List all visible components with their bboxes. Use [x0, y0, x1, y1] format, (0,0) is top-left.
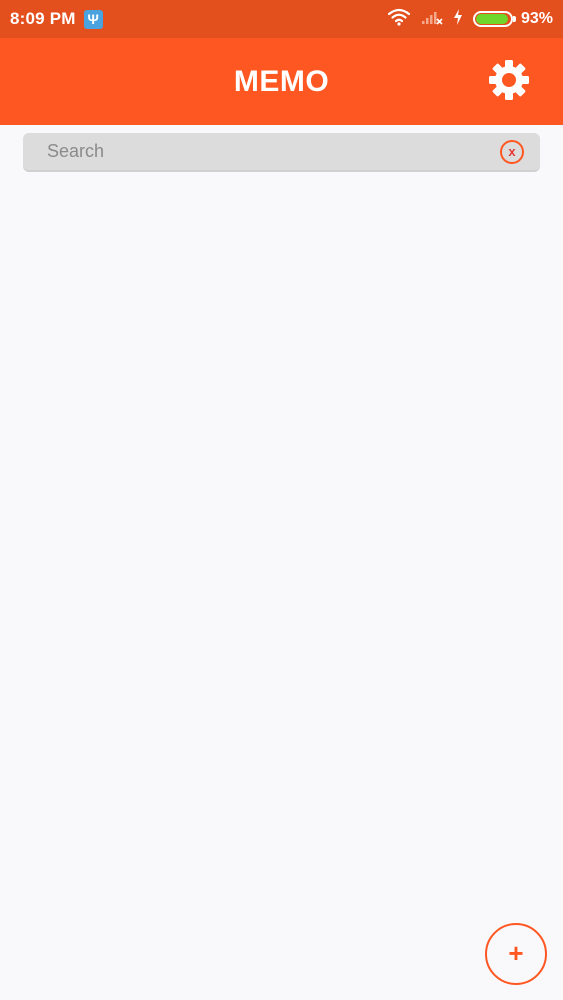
clear-search-button[interactable]: x	[500, 139, 524, 164]
close-icon: x	[508, 143, 516, 159]
signal-icon	[421, 9, 443, 30]
memo-screen: 8:09 PM Ψ 93% MEMO Search x +	[0, 0, 563, 1000]
search-bar: x	[23, 133, 540, 172]
search-input[interactable]	[23, 133, 500, 170]
battery-icon	[472, 11, 516, 27]
add-memo-button[interactable]: +	[485, 923, 547, 985]
settings-button[interactable]	[485, 58, 533, 106]
status-bar: 8:09 PM Ψ 93%	[0, 0, 563, 38]
app-bar: MEMO	[0, 38, 563, 125]
page-title: MEMO	[233, 64, 330, 98]
memo-list	[0, 180, 563, 920]
plus-icon: +	[508, 938, 524, 968]
gear-icon	[487, 58, 531, 107]
status-icons: 93%	[377, 8, 553, 31]
wifi-icon	[387, 8, 411, 31]
status-time: 8:09 PM	[10, 9, 76, 28]
usb-debug-icon: Ψ	[83, 9, 103, 29]
charging-icon	[453, 8, 463, 30]
battery-level-fill	[475, 14, 508, 24]
battery-cap	[512, 16, 516, 22]
battery-percent: 93%	[520, 10, 553, 27]
